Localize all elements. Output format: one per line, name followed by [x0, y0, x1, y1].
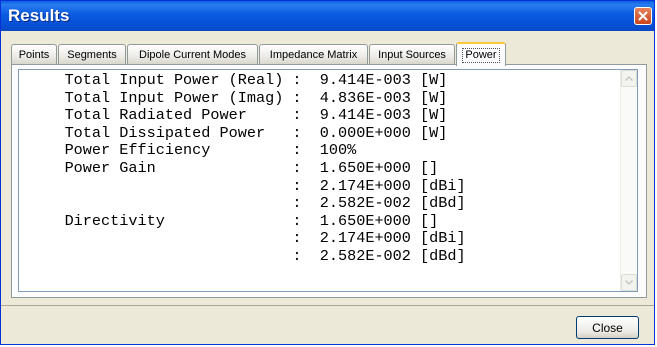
- tab-label: Power: [462, 47, 500, 63]
- result-line: Total Input Power (Real) : 9.414E-003 [W…: [19, 71, 448, 89]
- scroll-up-arrow-icon: [625, 76, 633, 81]
- result-line: : 2.582E-002 [dBd]: [19, 246, 466, 265]
- tab-input-sources[interactable]: Input Sources: [369, 44, 455, 64]
- window-close-button[interactable]: [634, 7, 652, 25]
- tab-label: Dipole Current Modes: [139, 48, 246, 61]
- scroll-up-button[interactable]: [621, 70, 637, 87]
- result-line: Total Input Power (Imag) : 4.836E-003 [W…: [19, 88, 448, 107]
- footer-separator: [1, 305, 654, 306]
- result-line: Directivity : 1.650E+000 []: [19, 211, 439, 230]
- tab-dipole-current-modes[interactable]: Dipole Current Modes: [127, 44, 258, 64]
- result-line: Power Gain : 1.650E+000 []: [19, 158, 439, 177]
- tab-impedance-matrix[interactable]: Impedance Matrix: [259, 44, 368, 64]
- tab-label: Impedance Matrix: [269, 48, 358, 61]
- title-bar[interactable]: Results: [1, 1, 654, 31]
- close-button[interactable]: Close: [576, 316, 639, 339]
- tab-label: Input Sources: [378, 48, 446, 61]
- result-line: : 2.174E+000 [dBi]: [19, 176, 466, 195]
- result-line: : 2.582E-002 [dBd]: [19, 194, 466, 213]
- tab-power[interactable]: Power: [456, 42, 506, 66]
- tab-segments[interactable]: Segments: [58, 44, 126, 64]
- tab-strip: Points Segments Dipole Current Modes Imp…: [11, 42, 646, 66]
- tab-label: Segments: [67, 48, 117, 61]
- result-line: Total Dissipated Power : 0.000E+000 [W]: [19, 123, 448, 142]
- close-button-label: Close: [592, 320, 623, 335]
- tab-panel-power: Total Input Power (Real) : 9.414E-003 [W…: [11, 64, 647, 298]
- vertical-scrollbar[interactable]: [620, 70, 637, 291]
- close-icon: [638, 11, 648, 21]
- tab-label: Points: [18, 48, 50, 61]
- result-line: Total Radiated Power : 9.414E-003 [W]: [19, 106, 448, 125]
- results-text-area[interactable]: Total Input Power (Real) : 9.414E-003 [W…: [18, 69, 638, 292]
- scroll-down-button[interactable]: [621, 274, 637, 291]
- results-content: Total Input Power (Real) : 9.414E-003 [W…: [19, 71, 466, 266]
- window-title: Results: [8, 6, 70, 25]
- scroll-down-arrow-icon: [625, 280, 633, 285]
- tab-points[interactable]: Points: [11, 44, 57, 64]
- results-window: Results Points Segments Dipole Current M…: [0, 0, 655, 345]
- result-line: : 2.174E+000 [dBi]: [19, 229, 466, 248]
- result-line: Power Efficiency : 100%: [19, 141, 357, 160]
